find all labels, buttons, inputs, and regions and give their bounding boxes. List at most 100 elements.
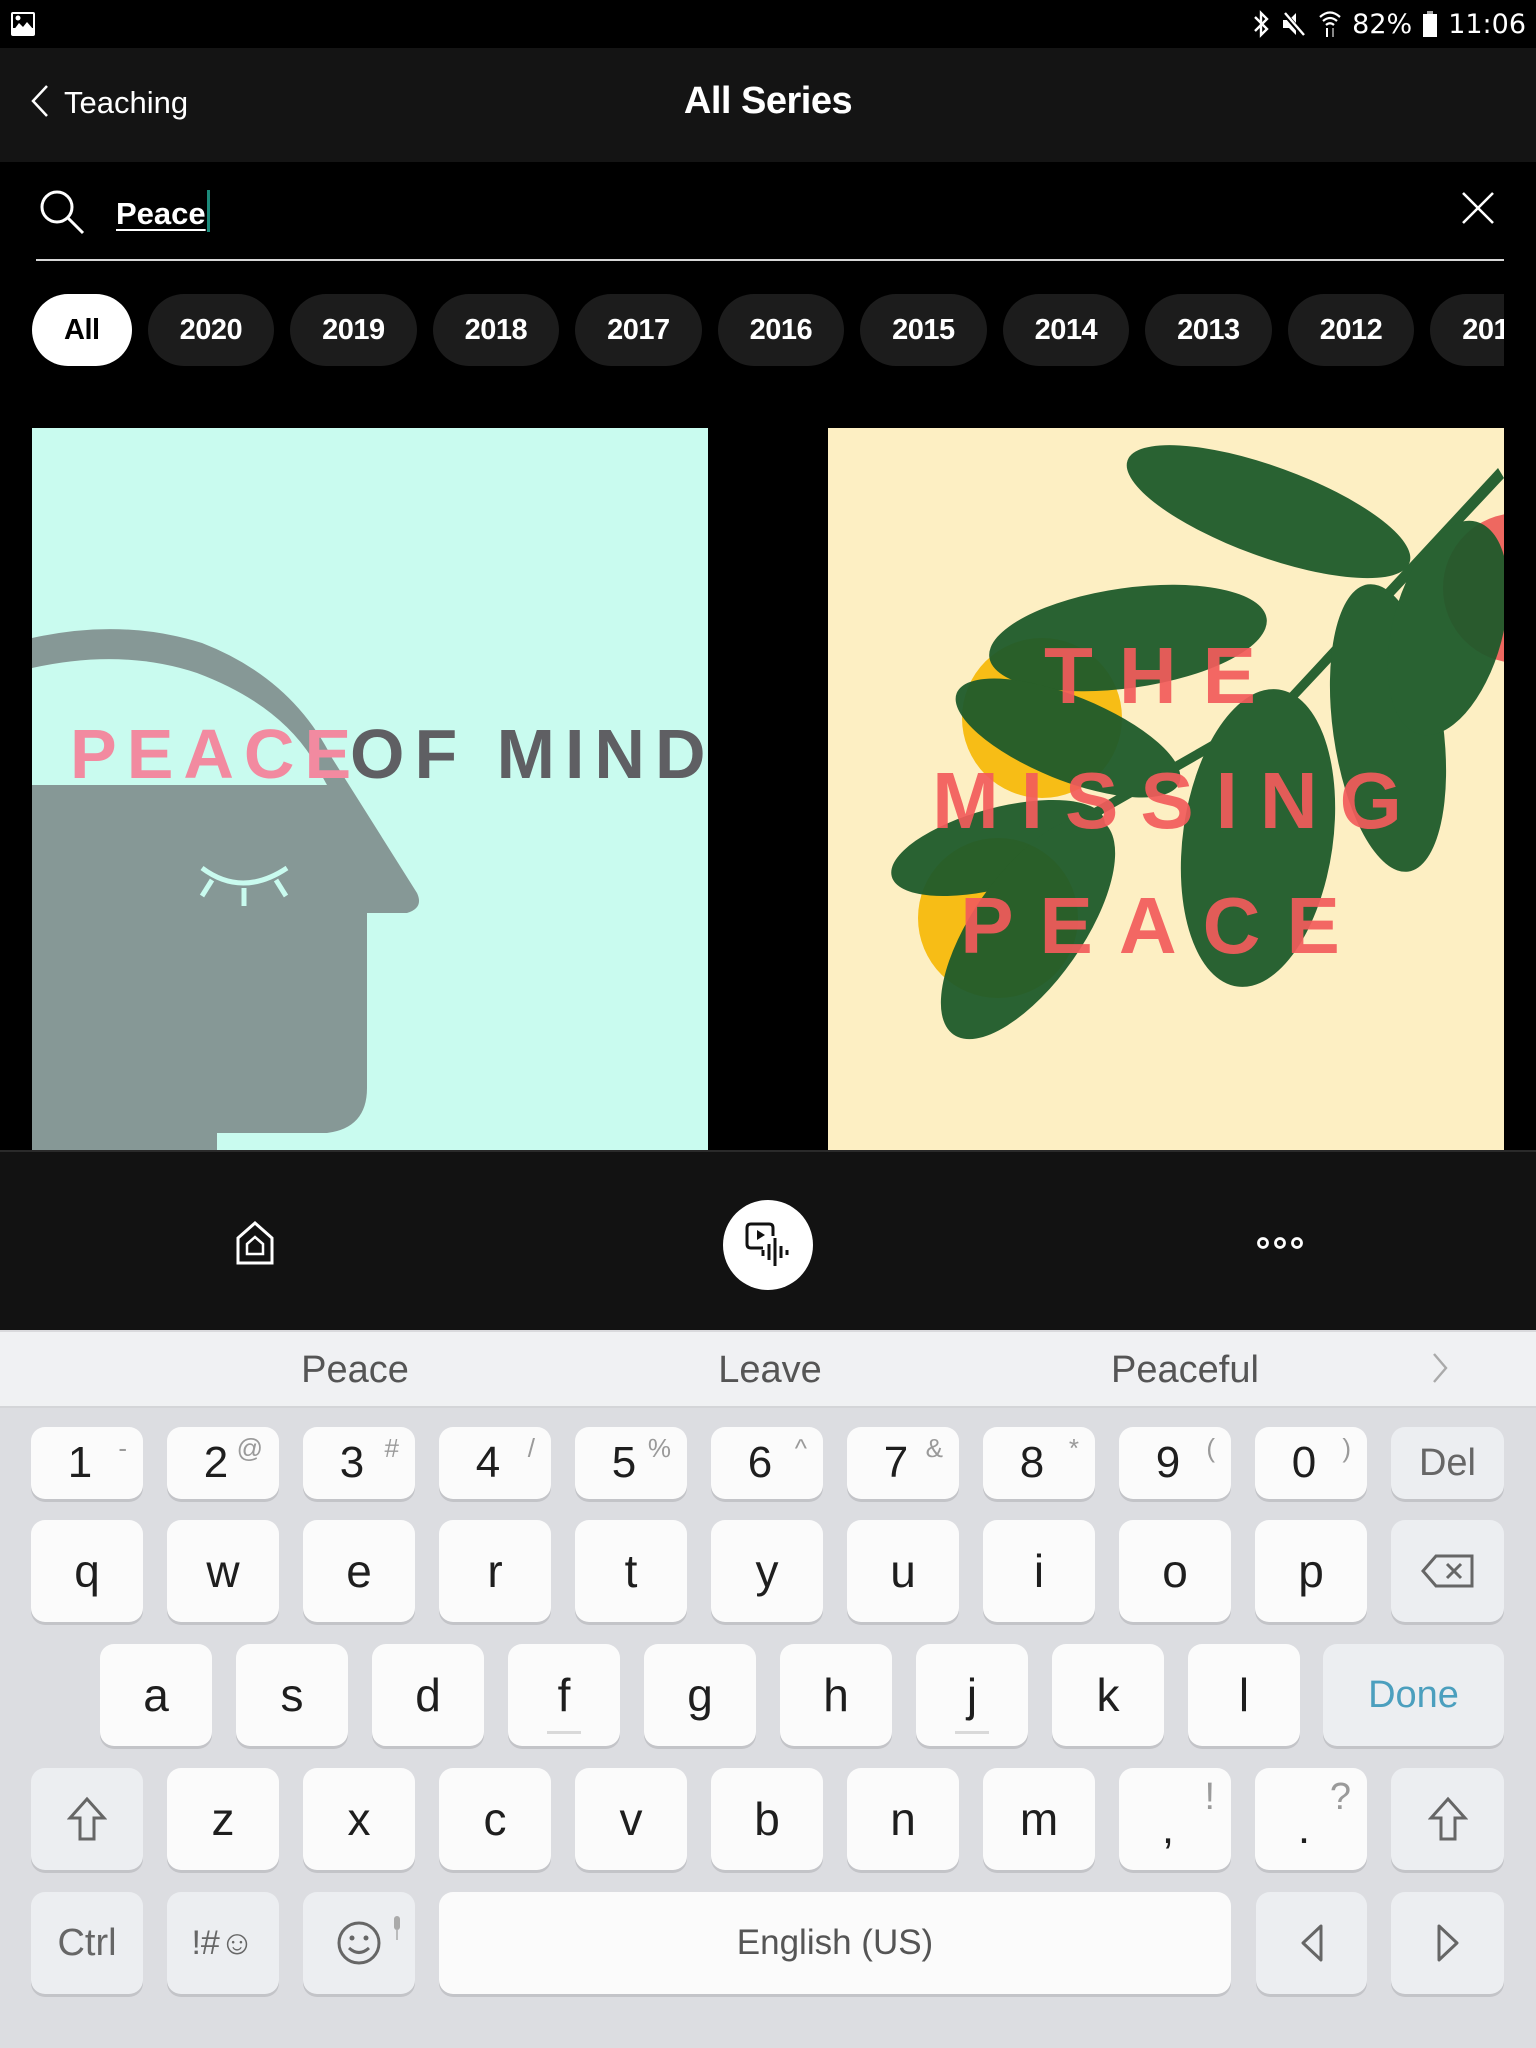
key-cursor-left[interactable] bbox=[1256, 1892, 1367, 1994]
image-icon bbox=[10, 11, 36, 42]
nav-more-button[interactable] bbox=[1240, 1218, 1320, 1268]
key-i[interactable]: i bbox=[983, 1520, 1095, 1622]
home-key-marker bbox=[547, 1731, 581, 1734]
suggestion-item[interactable]: Peace bbox=[150, 1332, 560, 1408]
key-z[interactable]: z bbox=[167, 1768, 279, 1870]
clear-search-button[interactable] bbox=[1460, 190, 1496, 231]
key-8[interactable]: 8 * bbox=[983, 1427, 1095, 1499]
search-value: Peace bbox=[116, 196, 206, 231]
chevron-right-icon[interactable] bbox=[1430, 1348, 1450, 1393]
key-u[interactable]: u bbox=[847, 1520, 959, 1622]
keyboard-suggestions: Peace Leave Peaceful bbox=[0, 1330, 1536, 1408]
battery-icon bbox=[1422, 9, 1438, 39]
chip-2018[interactable]: 2018 bbox=[432, 294, 560, 366]
key-m[interactable]: m bbox=[983, 1768, 1095, 1870]
key-d[interactable]: d bbox=[372, 1644, 484, 1746]
key-n[interactable]: n bbox=[847, 1768, 959, 1870]
key-5[interactable]: 5% bbox=[575, 1427, 687, 1499]
key-c[interactable]: c bbox=[439, 1768, 551, 1870]
key-del[interactable]: Del bbox=[1391, 1427, 1504, 1499]
key-x[interactable]: x bbox=[303, 1768, 415, 1870]
key-b[interactable]: b bbox=[711, 1768, 823, 1870]
chip-2015[interactable]: 2015 bbox=[860, 294, 987, 366]
shift-icon bbox=[67, 1796, 107, 1841]
key-period[interactable]: .? bbox=[1255, 1768, 1367, 1870]
key-shift-right[interactable] bbox=[1391, 1768, 1504, 1870]
series-card-the-missing-peace[interactable]: THE MISSING PEACE bbox=[828, 428, 1504, 1150]
mute-icon bbox=[1280, 9, 1308, 39]
clock: 11:06 bbox=[1448, 8, 1526, 40]
chip-2012[interactable]: 2012 bbox=[1287, 294, 1415, 366]
search-input[interactable]: Peace bbox=[116, 190, 210, 232]
key-2[interactable]: 2 @ bbox=[167, 1427, 279, 1499]
key-shift-left[interactable] bbox=[31, 1768, 143, 1870]
bluetooth-icon bbox=[1252, 9, 1270, 39]
wifi-icon bbox=[1318, 9, 1342, 39]
media-player-icon bbox=[745, 1222, 789, 1266]
nav-home-button[interactable] bbox=[215, 1208, 295, 1278]
key-v[interactable]: v bbox=[575, 1768, 687, 1870]
backspace-icon bbox=[1420, 1554, 1473, 1588]
chip-2016[interactable]: 2016 bbox=[717, 294, 845, 366]
status-icons: 82% 11:06 bbox=[1252, 6, 1526, 42]
key-o[interactable]: o bbox=[1119, 1520, 1231, 1622]
key-f[interactable]: f bbox=[508, 1644, 620, 1746]
key-symbols[interactable]: !#☺ bbox=[167, 1892, 279, 1994]
chip-2020[interactable]: 2020 bbox=[147, 294, 275, 366]
key-7[interactable]: 7 & bbox=[847, 1427, 959, 1499]
art-word-the: THE bbox=[1044, 631, 1282, 720]
bottom-nav bbox=[0, 1150, 1536, 1330]
key-9[interactable]: 9( bbox=[1119, 1427, 1231, 1499]
chip-2013[interactable]: 2013 bbox=[1145, 294, 1272, 366]
key-p[interactable]: p bbox=[1255, 1520, 1367, 1622]
key-r[interactable]: r bbox=[439, 1520, 551, 1622]
year-filter-chips: All 2020 2019 2018 2017 2016 2015 2014 2… bbox=[32, 294, 1504, 366]
emoji-icon bbox=[337, 1921, 381, 1965]
shift-icon bbox=[1427, 1796, 1468, 1841]
key-backspace[interactable] bbox=[1391, 1520, 1504, 1622]
triangle-right-icon bbox=[1437, 1924, 1458, 1962]
search-icon bbox=[38, 188, 86, 241]
more-dots-icon bbox=[1257, 1237, 1303, 1249]
suggestion-item[interactable]: Leave bbox=[560, 1332, 980, 1408]
key-done[interactable]: Done bbox=[1323, 1644, 1504, 1746]
microphone-icon bbox=[389, 1898, 405, 1952]
art-word-missing: MISSING bbox=[932, 756, 1424, 845]
key-0[interactable]: 0) bbox=[1255, 1427, 1367, 1499]
battery-level: 82% bbox=[1352, 8, 1413, 40]
key-ctrl[interactable]: Ctrl bbox=[31, 1892, 143, 1994]
chip-2017[interactable]: 2017 bbox=[575, 294, 702, 366]
key-w[interactable]: w bbox=[167, 1520, 279, 1622]
art-word-of-mind: OF MIND bbox=[350, 715, 708, 793]
peace-of-mind-artwork: PEACE OF MIND bbox=[32, 428, 708, 1150]
on-screen-keyboard: 1- 2 @ 3 # 4/ 5% 6 ^ 7 & 8 * 9( 0) Del q w e … bbox=[0, 1408, 1536, 2048]
key-a[interactable]: a bbox=[100, 1644, 212, 1746]
key-e[interactable]: e bbox=[303, 1520, 415, 1622]
key-q[interactable]: q bbox=[31, 1520, 143, 1622]
key-g[interactable]: g bbox=[644, 1644, 756, 1746]
key-k[interactable]: k bbox=[1052, 1644, 1164, 1746]
key-emoji[interactable] bbox=[303, 1892, 415, 1994]
home-icon bbox=[236, 1220, 274, 1265]
suggestion-item[interactable]: Peaceful bbox=[980, 1332, 1390, 1408]
key-1[interactable]: 1- bbox=[31, 1427, 143, 1499]
key-3[interactable]: 3 # bbox=[303, 1427, 415, 1499]
key-h[interactable]: h bbox=[780, 1644, 892, 1746]
key-4[interactable]: 4/ bbox=[439, 1427, 551, 1499]
series-card-peace-of-mind[interactable]: PEACE OF MIND bbox=[32, 428, 708, 1150]
chip-all[interactable]: All bbox=[32, 294, 132, 366]
close-icon bbox=[1462, 192, 1494, 224]
key-space[interactable]: English (US) bbox=[439, 1892, 1231, 1994]
chip-2014[interactable]: 2014 bbox=[1002, 294, 1130, 366]
key-6[interactable]: 6 ^ bbox=[711, 1427, 823, 1499]
key-s[interactable]: s bbox=[236, 1644, 348, 1746]
key-cursor-right[interactable] bbox=[1391, 1892, 1504, 1994]
key-j[interactable]: j bbox=[916, 1644, 1028, 1746]
chip-2019[interactable]: 2019 bbox=[290, 294, 417, 366]
chip-2011[interactable]: 2011 bbox=[1430, 294, 1504, 366]
key-y[interactable]: y bbox=[711, 1520, 823, 1622]
key-comma[interactable]: ,! bbox=[1119, 1768, 1231, 1870]
key-t[interactable]: t bbox=[575, 1520, 687, 1622]
nav-media-button[interactable] bbox=[723, 1200, 813, 1290]
key-l[interactable]: l bbox=[1188, 1644, 1300, 1746]
